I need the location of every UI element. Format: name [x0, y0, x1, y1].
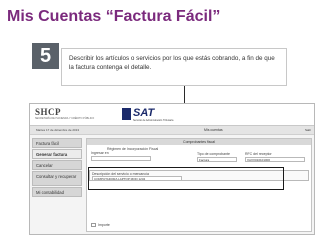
tipo-select[interactable]: Factura [197, 157, 237, 162]
side-menu: Factura fácil Generar factura Cancelar C… [32, 138, 82, 198]
ingresar-label: Ingresar en [91, 151, 109, 155]
importe-checkbox[interactable] [91, 223, 96, 227]
app-header: SHCP SECRETARÍA DE HACIENDA Y CRÉDITO PÚ… [30, 104, 314, 126]
sat-emblem-icon [122, 108, 131, 120]
rfc-label: RFC del receptor [245, 152, 272, 156]
regimen-select[interactable] [91, 156, 151, 161]
sat-logo: SAT [133, 107, 155, 119]
highlight-rectangle [88, 167, 284, 190]
instruction-text: Describir los artículos o servicios por … [69, 55, 275, 71]
menu-item-consultar[interactable]: Consultar y recuperar [32, 171, 82, 186]
sat-subtitle: Servicio de Administración Tributaria [133, 119, 174, 122]
regimen-label: Régimen de Incorporación Fiscal [107, 147, 159, 151]
importe-label: Importe [98, 223, 110, 227]
app-status-bar: Martes 17 de diciembre de 2013 Mis cuent… [30, 126, 314, 135]
menu-item-factura-facil[interactable]: Factura fácil [32, 138, 82, 148]
menu-item-generar-factura[interactable]: Generar factura [32, 149, 82, 159]
logout-link[interactable]: Salir [305, 128, 311, 132]
tipo-label: Tipo de comprobante [197, 152, 230, 156]
current-date: Martes 17 de diciembre de 2013 [36, 128, 80, 132]
shcp-subtitle: SECRETARÍA DE HACIENDA Y CRÉDITO PÚBLICO [35, 117, 95, 120]
form-header: Comprobantes fiscal [87, 139, 311, 145]
step-number-badge: 5 [32, 43, 59, 69]
menu-item-mi-contabilidad[interactable]: Mi contabilidad [32, 187, 82, 197]
section-title: Mis cuentas [204, 128, 223, 132]
rfc-input[interactable]: XAXX010101000 [245, 157, 305, 162]
instruction-box: Describir los artículos o servicios por … [61, 48, 287, 86]
menu-item-cancelar[interactable]: Cancelar [32, 160, 82, 170]
shcp-logo: SHCP [35, 107, 62, 117]
slide-title: Mis Cuentas “Factura Fácil” [7, 8, 221, 25]
